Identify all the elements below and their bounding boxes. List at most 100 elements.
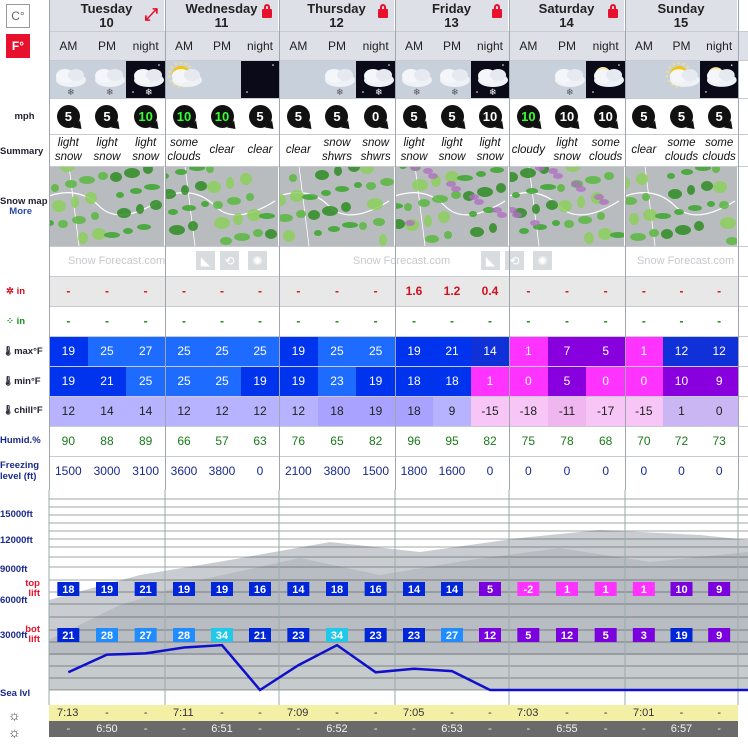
min-temp-cell: 19 [279,366,318,396]
row-divider [49,60,748,61]
wind-arrow-icon [264,119,277,133]
expand-arrows-icon[interactable]: ⤢ [144,6,158,23]
summary-label: Summary [0,146,44,157]
lock-icon[interactable] [262,4,272,18]
summary-line: clear [247,144,273,156]
sunset-cell: 6:51 [203,721,241,737]
rain-amount-cell: - [471,306,509,336]
freezing-level-cell: 2100 [279,456,318,486]
lock-icon[interactable] [608,4,618,18]
wind-cell: 5 [700,98,738,134]
chill-label: 🌡chill°F [2,405,51,416]
rain-amount-cell: - [700,306,738,336]
row-divider [49,426,748,427]
day-header[interactable]: Saturday 14 [509,0,624,31]
humidity-cell: 82 [471,426,509,456]
wind-badge: 5 [56,104,85,133]
day-name: Sunday [657,0,705,16]
chill-cell: 18 [317,396,357,426]
humidity-cell: 82 [356,426,395,456]
summary-cell: some clouds [586,134,625,166]
map-refresh-icon[interactable]: ⟲ [220,251,239,270]
day-header[interactable]: Wednesday 11 [165,0,278,31]
lock-icon[interactable] [492,4,502,18]
map-arrow-icon[interactable]: ◣ [196,251,215,270]
weather-icon: ❄ [471,60,509,98]
rain-amount-cell: - [433,306,471,336]
humidity-cell: 72 [662,426,701,456]
day-date: 10 [99,14,114,30]
weather-icon: ❄ [49,60,88,98]
map-sun-icon[interactable]: ✺ [248,251,267,270]
chill-cell: 12 [165,396,203,426]
freezing-level-cell: 0 [509,456,548,486]
chill-unit: chill°F [14,405,43,416]
map-refresh-icon[interactable]: ⟲ [505,251,524,270]
snow-map-image [625,166,737,246]
rain-amount-cell: - [165,306,203,336]
top-lift-value: -2 [523,584,533,596]
map-sun-icon[interactable]: ✺ [533,251,552,270]
weather-icon: ❄ [126,60,165,98]
day-header[interactable]: Thursday 12 [279,0,394,31]
max-temp-cell: 25 [241,336,279,366]
summary-cell: light snow [126,134,165,166]
summary-line: snow [553,151,581,163]
summary-line: clouds [664,151,699,163]
period-label: AM [519,38,538,53]
humidity-cell: 57 [203,426,241,456]
forecast-table: C° F° Tuesday 10 ⤢ Wednesday 11 Thursday 12 Fri… [0,0,748,748]
day-header[interactable]: Tuesday 10 ⤢ [49,0,164,31]
period-label: PM [443,38,461,53]
svg-text:❄: ❄ [413,88,421,98]
humidity-cell: 66 [165,426,203,456]
lock-icon[interactable] [378,4,388,18]
wind-cell: 5 [318,98,357,134]
sunset-cell: - [126,721,165,737]
fahrenheit-button[interactable]: F° [6,34,30,58]
summary-cell: light snow [88,134,127,166]
wind-badge: 10 [555,104,584,133]
snow-amount-cell: - [203,276,241,306]
thermometer-icon: 🌡 [2,405,15,416]
snow-cloud-icon: ❄ [440,69,470,98]
chill-cell: 12 [203,396,241,426]
snow-map-thumbnail[interactable] [165,166,278,246]
rain-amount-cell: - [586,306,625,336]
snow-map-thumbnail[interactable] [49,166,164,246]
freezing-level-cell: 0 [586,456,625,486]
snow-map-thumbnail[interactable] [279,166,394,246]
snow-map-thumbnail[interactable] [395,166,508,246]
level-9000-label: 9000ft [0,564,28,575]
day-header[interactable]: Sunday 15 [625,0,737,31]
sunrise-cell: 7:13 [49,705,88,721]
wind-label: mph [14,111,35,122]
cloud-sun-icon [168,62,202,88]
chill-cell: -11 [547,396,587,426]
period-label: AM [634,38,653,53]
snow-amount-label: ✲ in [6,286,55,297]
celsius-button[interactable]: C° [6,4,30,28]
wind-cell: 5 [279,98,318,134]
min-temp-cell: 18 [433,366,471,396]
wind-arrow-icon [456,119,469,133]
wind-cell: 5 [241,98,279,134]
more-link[interactable]: More [0,206,49,217]
max-temp-cell: 14 [471,336,509,366]
sunrise-cell: 7:05 [395,705,433,721]
snow-map-thumbnail[interactable] [509,166,624,246]
max-temp-cell: 19 [49,336,88,366]
chill-cell: 12 [241,396,279,426]
rain-amount-cell: - [279,306,318,336]
snow-cloud-icon: ❄ [361,64,394,98]
humidity-cell: 95 [433,426,471,456]
day-header[interactable]: Friday 13 [395,0,508,31]
snow-map-thumbnail[interactable] [625,166,737,246]
bot-lift-value: 23 [292,630,304,642]
map-arrow-icon[interactable]: ◣ [481,251,500,270]
humidity-cell: 88 [87,426,127,456]
summary-line: clouds [167,151,201,163]
sunset-cell: - [625,721,663,737]
row-divider [49,336,748,337]
snow-amount-cell: - [279,276,318,306]
